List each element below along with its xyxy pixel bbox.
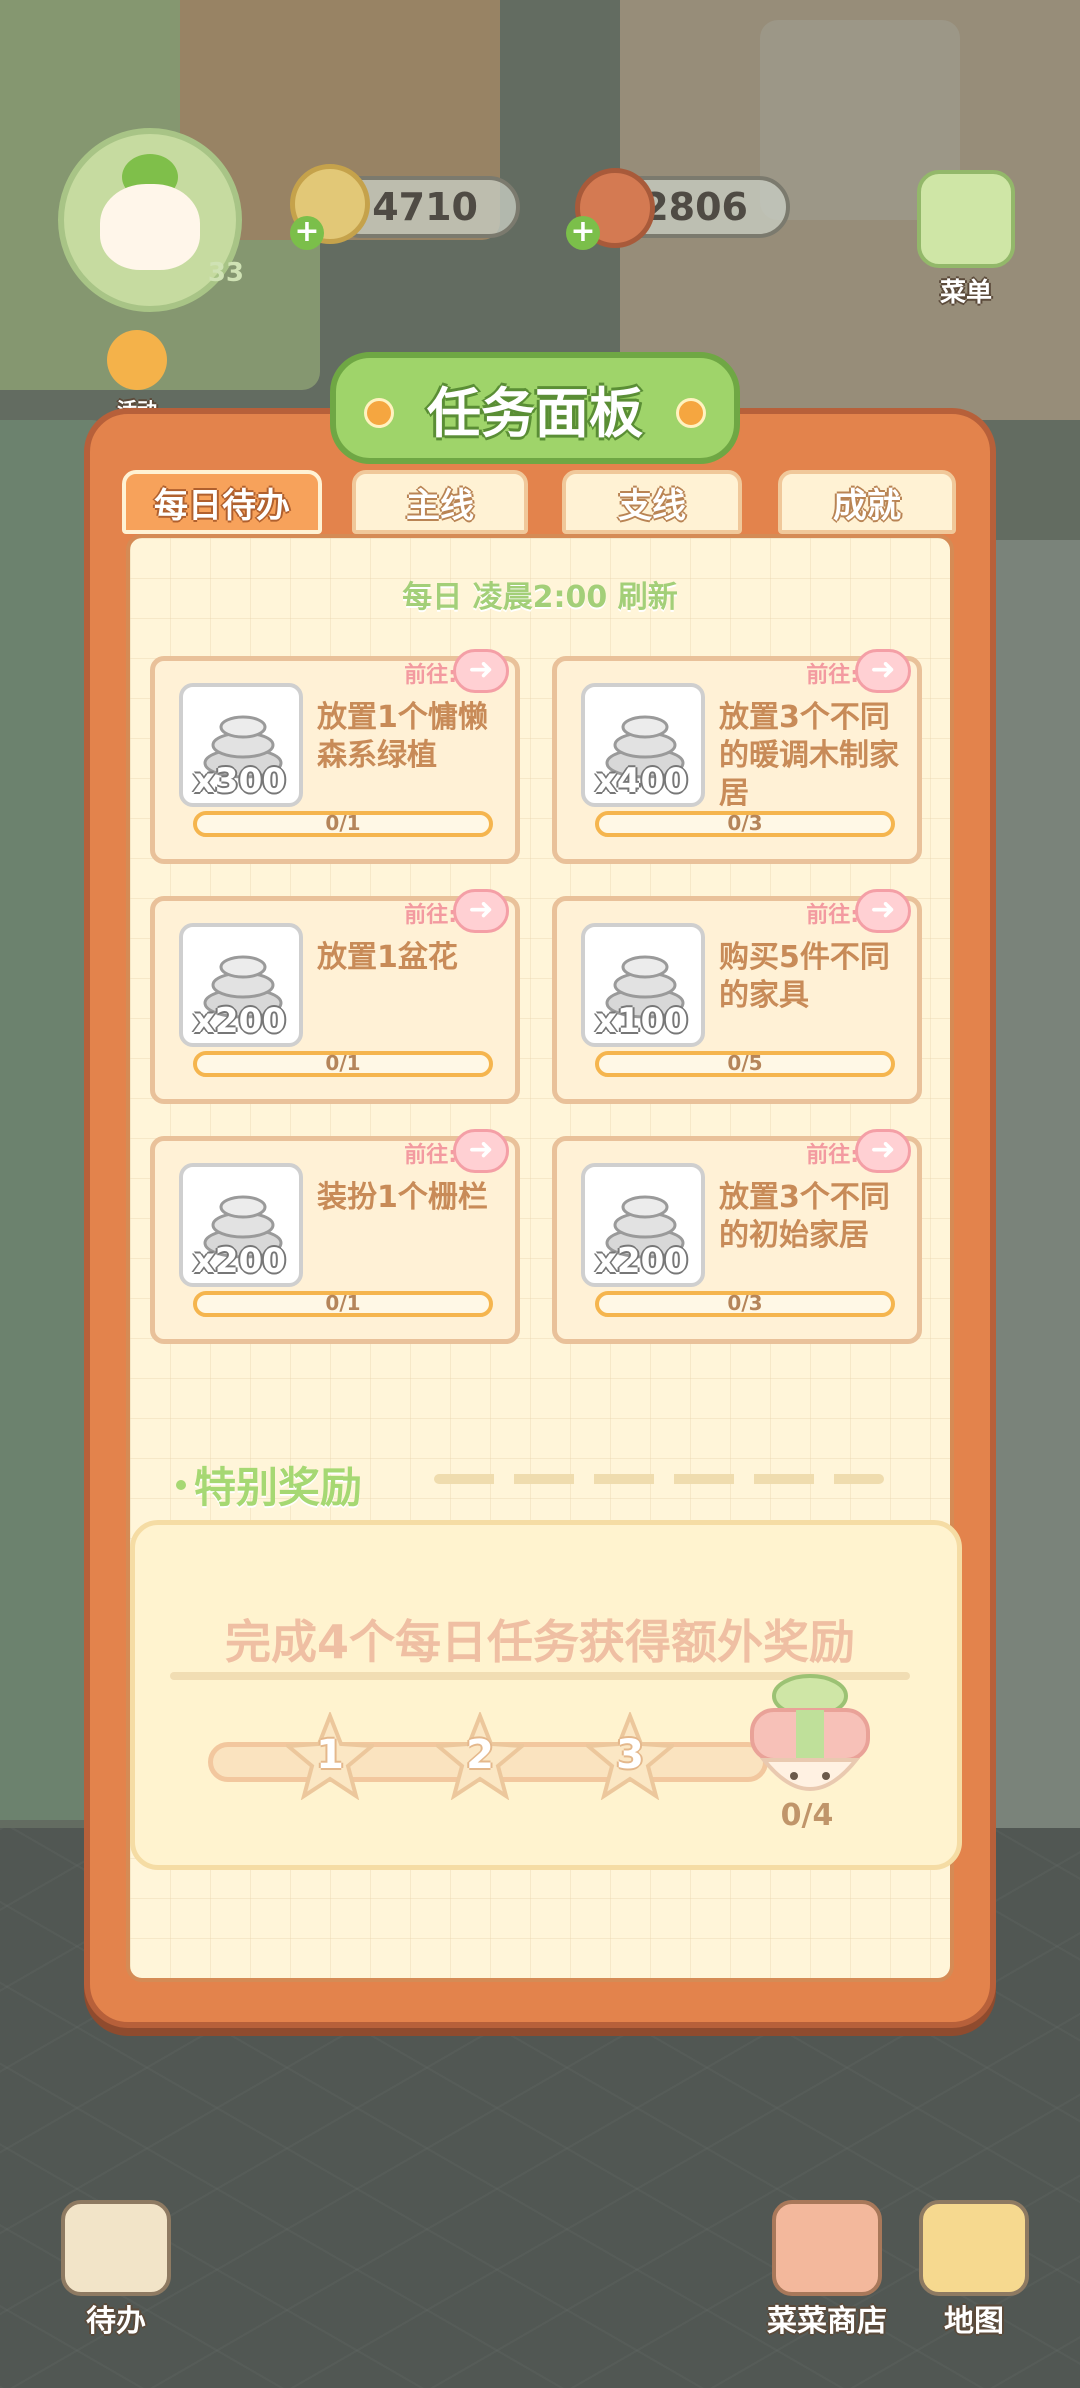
shop-icon bbox=[772, 2200, 882, 2296]
task-progress-bar: 0/1 bbox=[193, 1291, 493, 1317]
reward-thumbnail: x100 bbox=[581, 923, 705, 1047]
reward-quantity: x300 bbox=[193, 761, 286, 801]
task-description: 放置1盆花 bbox=[317, 940, 458, 975]
task-progress-text: 0/5 bbox=[727, 1051, 763, 1075]
panel-title-text: 任务面板 bbox=[427, 381, 643, 445]
milestone-star-1: 1 bbox=[282, 1710, 378, 1801]
goto-label[interactable]: 前往: bbox=[806, 657, 859, 689]
milestone-star-3: 3 bbox=[582, 1710, 678, 1801]
todo-label: 待办 bbox=[86, 2304, 146, 2339]
avatar-face bbox=[100, 184, 200, 270]
milestone-number: 2 bbox=[466, 1732, 494, 1778]
menu-icon bbox=[917, 170, 1015, 268]
task-card: x200 放置1盆花 前往: ➜ 0/1 bbox=[150, 889, 520, 1104]
goto-arrow-icon[interactable]: ➜ bbox=[453, 889, 509, 933]
coin-amount: 4710 bbox=[372, 185, 478, 229]
goto-arrow-icon[interactable]: ➜ bbox=[855, 649, 911, 693]
task-progress-text: 0/1 bbox=[325, 1051, 361, 1075]
player-level: 33 bbox=[207, 258, 244, 288]
goto-arrow-icon[interactable]: ➜ bbox=[855, 889, 911, 933]
reward-quantity: x400 bbox=[595, 761, 688, 801]
reward-quantity: x200 bbox=[193, 1001, 286, 1041]
title-ornament-left bbox=[364, 398, 394, 428]
refresh-note: 每日 凌晨2:00 刷新 bbox=[402, 580, 678, 615]
goto-label[interactable]: 前往: bbox=[404, 897, 457, 929]
reward-quantity: x200 bbox=[595, 1241, 688, 1281]
task-description: 放置3个不同的初始家居 bbox=[719, 1180, 890, 1253]
task-progress-bar: 0/3 bbox=[595, 1291, 895, 1317]
gem-amount: 2806 bbox=[642, 185, 748, 229]
special-reward-heading: 特别奖励 bbox=[172, 1454, 362, 1515]
tab-main[interactable]: 主线 bbox=[352, 470, 528, 534]
task-card: x200 装扮1个栅栏 前往: ➜ 0/1 bbox=[150, 1129, 520, 1344]
task-progress-bar: 0/5 bbox=[595, 1051, 895, 1077]
todo-list-icon bbox=[61, 2200, 171, 2296]
task-progress-text: 0/1 bbox=[325, 811, 361, 835]
task-description: 购买5件不同的家具 bbox=[719, 940, 890, 1013]
task-description: 放置3个不同的暖调木制家居 bbox=[719, 700, 899, 811]
task-card: x200 放置3个不同的初始家居 前往: ➜ 0/3 bbox=[552, 1129, 922, 1344]
special-reward-heading-text: 特别奖励 bbox=[194, 1463, 363, 1512]
reward-quantity: x200 bbox=[193, 1241, 286, 1281]
special-divider bbox=[434, 1474, 884, 1484]
goto-arrow-icon[interactable]: ➜ bbox=[453, 649, 509, 693]
reward-thumbnail: x400 bbox=[581, 683, 705, 807]
panel-title: 任务面板 bbox=[330, 352, 740, 464]
task-progress-bar: 0/1 bbox=[193, 811, 493, 837]
goto-label[interactable]: 前往: bbox=[806, 897, 859, 929]
title-ornament-right bbox=[676, 398, 706, 428]
reward-thumbnail: x200 bbox=[179, 1163, 303, 1287]
tab-daily[interactable]: 每日待办 bbox=[122, 470, 322, 534]
add-gems-icon[interactable]: + bbox=[566, 216, 600, 250]
tab-side[interactable]: 支线 bbox=[562, 470, 742, 534]
task-progress-text: 0/3 bbox=[727, 1291, 763, 1315]
task-progress-text: 0/3 bbox=[727, 811, 763, 835]
menu-label: 菜单 bbox=[939, 278, 992, 308]
task-tabs: 每日待办 主线 支线 成就 bbox=[118, 470, 968, 540]
add-coins-icon[interactable]: + bbox=[290, 216, 324, 250]
gift-progress: 0/4 bbox=[780, 1798, 834, 1833]
reward-quantity: x100 bbox=[595, 1001, 688, 1041]
event-icon bbox=[107, 330, 167, 390]
task-description: 装扮1个栅栏 bbox=[317, 1180, 488, 1215]
map-button[interactable]: 地图 bbox=[914, 2200, 1034, 2340]
gift-box-icon[interactable] bbox=[740, 1668, 880, 1808]
milestone-star-2: 2 bbox=[432, 1710, 528, 1801]
goto-arrow-icon[interactable]: ➜ bbox=[453, 1129, 509, 1173]
goto-arrow-icon[interactable]: ➜ bbox=[855, 1129, 911, 1173]
task-description: 放置1个慵懒森系绿植 bbox=[317, 700, 488, 773]
shop-button[interactable]: 菜菜商店 bbox=[762, 2200, 892, 2340]
goto-label[interactable]: 前往: bbox=[806, 1137, 859, 1169]
task-card: x100 购买5件不同的家具 前往: ➜ 0/5 bbox=[552, 889, 922, 1104]
task-card: x400 放置3个不同的暖调木制家居 前往: ➜ 0/3 bbox=[552, 649, 922, 864]
goto-label[interactable]: 前往: bbox=[404, 1137, 457, 1169]
reward-thumbnail: x200 bbox=[581, 1163, 705, 1287]
tab-achievements[interactable]: 成就 bbox=[778, 470, 956, 534]
task-card: x300 放置1个慵懒森系绿植 前往: ➜ 0/1 bbox=[150, 649, 520, 864]
reward-thumbnail: x300 bbox=[179, 683, 303, 807]
map-label: 地图 bbox=[944, 2304, 1004, 2339]
reward-thumbnail: x200 bbox=[179, 923, 303, 1047]
milestone-number: 3 bbox=[616, 1732, 644, 1778]
goto-label[interactable]: 前往: bbox=[404, 657, 457, 689]
task-progress-bar: 0/1 bbox=[193, 1051, 493, 1077]
todo-button[interactable]: 待办 bbox=[56, 2200, 176, 2340]
task-progress-text: 0/1 bbox=[325, 1291, 361, 1315]
special-reward-description: 完成4个每日任务获得额外奖励 bbox=[224, 1615, 855, 1669]
player-avatar[interactable]: 33 bbox=[58, 128, 244, 312]
milestone-number: 1 bbox=[316, 1732, 344, 1778]
menu-button[interactable]: 菜单 bbox=[906, 170, 1026, 309]
map-icon bbox=[919, 2200, 1029, 2296]
task-progress-bar: 0/3 bbox=[595, 811, 895, 837]
shop-label: 菜菜商店 bbox=[767, 2304, 887, 2339]
